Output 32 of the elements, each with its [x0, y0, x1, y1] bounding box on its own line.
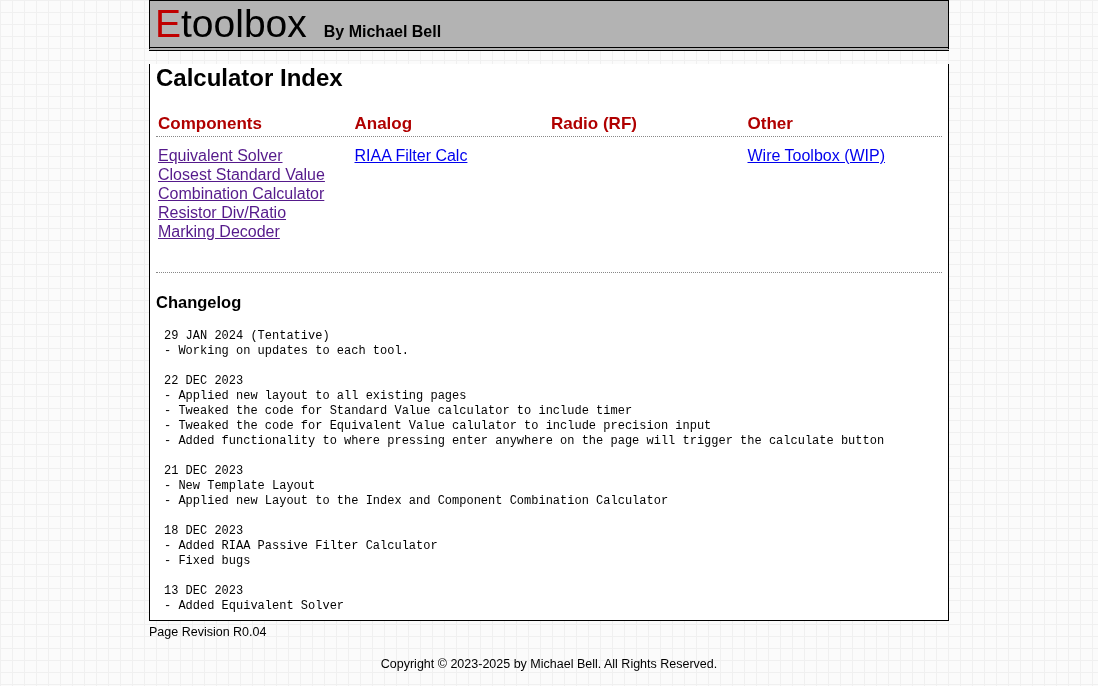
calculator-link[interactable]: Marking Decoder	[158, 222, 280, 241]
page-heading: Calculator Index	[156, 64, 344, 92]
calculator-link[interactable]: Equivalent Solver	[158, 146, 283, 165]
calculator-link[interactable]: Wire Toolbox (WIP)	[747, 146, 885, 165]
changelog-date: 13 DEC 2023	[164, 584, 244, 599]
changelog-entry: - Applied new layout to all existing pages	[164, 389, 467, 404]
calculator-link[interactable]: RIAA Filter Calc	[354, 146, 468, 165]
category-heading: Other	[746, 114, 793, 134]
calculator-link[interactable]: Combination Calculator	[158, 184, 325, 203]
changelog-entry: - Fixed bugs	[164, 554, 251, 569]
changelog-date: 22 DEC 2023	[164, 374, 244, 389]
copyright-notice: Copyright © 2023-2025 by Michael Bell. All Rights Reserved.	[380, 657, 718, 672]
byline: By Michael Bell	[323, 22, 442, 42]
changelog-entry: - Applied new Layout to the Index and Component Combination Calculator	[164, 494, 669, 509]
category-heading: Components	[157, 114, 262, 134]
changelog-entry: - Added RIAA Passive Filter Calculator	[164, 539, 438, 554]
changelog-date: 18 DEC 2023	[164, 524, 244, 539]
changelog-entry: - Tweaked the code for Equivalent Value calulator to include precision input	[164, 419, 712, 434]
calculator-link[interactable]: Resistor Div/Ratio	[158, 203, 287, 222]
changelog-entry: - Added functionality to where pressing enter anywhere on the page will trigger the calculate button	[164, 434, 885, 449]
calculator-link[interactable]: Closest Standard Value	[158, 165, 325, 184]
site-logo: Etoolbox	[155, 2, 307, 46]
changelog-date: 21 DEC 2023	[164, 464, 244, 479]
changelog-heading: Changelog	[156, 292, 243, 312]
changelog-entry: - New Template Layout	[164, 479, 316, 494]
category-heading: Analog	[353, 114, 413, 134]
category-heading: Radio (RF)	[550, 114, 637, 134]
changelog-date: 29 JAN 2024 (Tentative)	[164, 329, 330, 344]
changelog-entry: - Working on updates to each tool.	[164, 344, 409, 359]
page-revision: Page Revision R0.04	[149, 625, 267, 640]
changelog-entry: - Added Equivalent Solver	[164, 599, 345, 614]
changelog-entry: - Tweaked the code for Standard Value calculator to include timer	[164, 404, 633, 419]
